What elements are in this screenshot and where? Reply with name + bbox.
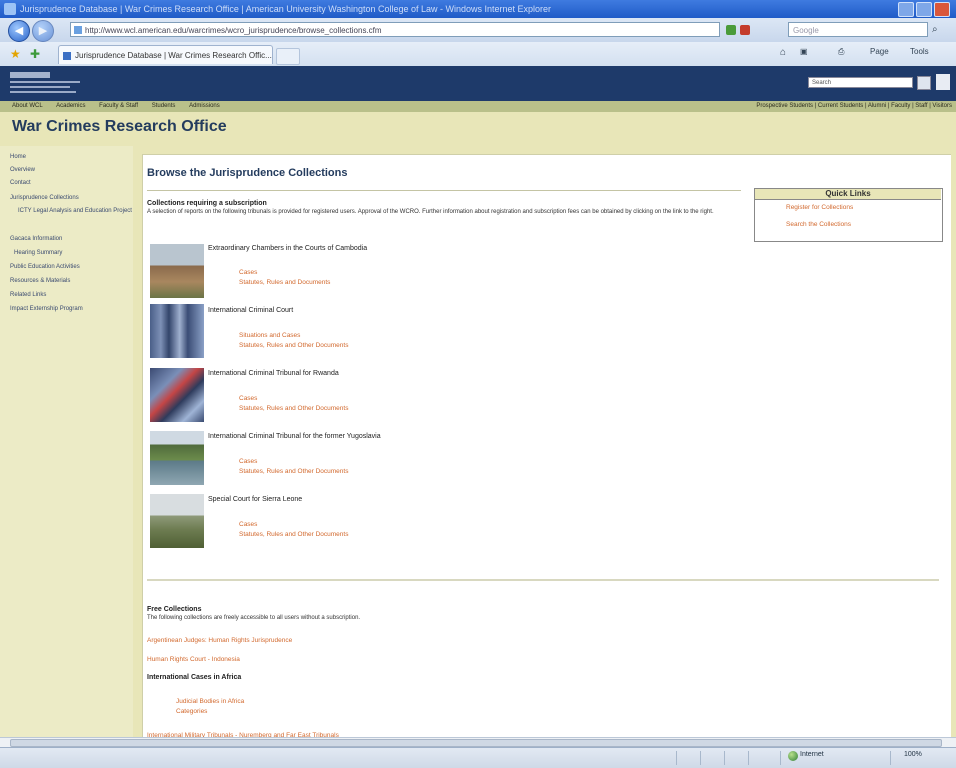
internet-zone-globe-icon [788, 751, 798, 761]
stop-icon[interactable] [740, 25, 750, 35]
refresh-icon[interactable] [726, 25, 736, 35]
home-icon[interactable]: ⌂ [780, 47, 786, 58]
collection-name-eccc[interactable]: Extraordinary Chambers in the Courts of … [208, 245, 367, 252]
eccc-statutes-link[interactable]: Statutes, Rules and Documents [239, 279, 330, 286]
leftnav-item-resources[interactable]: Resources & Materials [10, 278, 70, 284]
feeds-icon[interactable]: ▣ [800, 47, 808, 56]
security-zone[interactable]: Internet [800, 751, 824, 758]
nav-about[interactable]: About WCL [12, 103, 42, 109]
tab-row: ★ ✚ Jurisprudence Database | War Crimes … [0, 42, 956, 67]
content-panel [142, 154, 951, 748]
icty-thumbnail[interactable] [150, 431, 204, 485]
forward-button[interactable]: ▶ [32, 20, 54, 42]
print-icon[interactable]: ⎙ [838, 47, 844, 57]
section-divider [147, 579, 939, 581]
nav-faculty[interactable]: Faculty & Staff [99, 103, 138, 109]
leftnav-item-overview[interactable]: Overview [10, 167, 35, 173]
page-menu[interactable]: Page [870, 47, 889, 56]
address-bar[interactable]: http://www.wcl.american.edu/warcrimes/wc… [70, 22, 720, 37]
search-go-button[interactable] [917, 76, 931, 90]
scrollbar-thumb[interactable] [10, 739, 942, 747]
leftnav-item-contact[interactable]: Contact [10, 180, 31, 186]
icc-statutes-link[interactable]: Statutes, Rules and Other Documents [239, 342, 348, 349]
browse-heading: Browse the Jurisprudence Collections [147, 167, 348, 179]
cambodia-thumbnail[interactable] [150, 244, 204, 298]
window-title: Jurisprudence Database | War Crimes Rese… [20, 4, 552, 14]
search-icon[interactable]: ⌕ [932, 24, 938, 35]
collection-name-ictr[interactable]: International Criminal Tribunal for Rwan… [208, 370, 339, 377]
quick-links-title: Quick Links [755, 189, 941, 200]
icc-thumbnail[interactable] [150, 304, 204, 358]
leftnav-item-home[interactable]: Home [10, 154, 26, 160]
tab-title: Jurisprudence Database | War Crimes Rese… [75, 51, 272, 60]
icc-situations-link[interactable]: Situations and Cases [239, 332, 300, 339]
page-title[interactable]: War Crimes Research Office [12, 118, 227, 136]
scsl-cases-link[interactable]: Cases [239, 521, 257, 528]
browser-search-input[interactable]: Google [788, 22, 928, 37]
subscription-description: A selection of reports on the following … [147, 209, 714, 215]
africa-categories-link[interactable]: Categories [176, 708, 207, 715]
nav-audience-links[interactable]: Prospective Students | Current Students … [756, 101, 952, 112]
nav-academics[interactable]: Academics [56, 103, 85, 109]
free-collections-description: The following collections are freely acc… [147, 615, 361, 621]
subscription-heading: Collections requiring a subscription [147, 200, 267, 207]
africa-judicial-link[interactable]: Judicial Bodies in Africa [176, 698, 244, 705]
browser-tab[interactable]: Jurisprudence Database | War Crimes Rese… [58, 45, 273, 64]
search-collections-link[interactable]: Search the Collections [786, 221, 851, 228]
leftnav-item-hearing[interactable]: Hearing Summary [10, 250, 62, 256]
address-row: ◀ ▶ http://www.wcl.american.edu/warcrime… [0, 18, 956, 42]
leftnav-item-gacaca[interactable]: Gacaca Information [10, 236, 62, 242]
site-nav-bar: About WCL Academics Faculty & Staff Stud… [0, 101, 956, 112]
africa-heading: International Cases in Africa [147, 674, 242, 681]
eccc-cases-link[interactable]: Cases [239, 269, 257, 276]
icty-cases-link[interactable]: Cases [239, 458, 257, 465]
indonesia-link[interactable]: Human Rights Court - Indonesia [147, 656, 240, 663]
nav-students[interactable]: Students [152, 103, 176, 109]
collection-name-icty[interactable]: International Criminal Tribunal for the … [208, 433, 381, 440]
add-favorites-icon[interactable]: ✚ [30, 47, 40, 61]
tools-menu[interactable]: Tools [910, 47, 929, 56]
refresh-stop-buttons[interactable] [726, 23, 784, 37]
new-tab-button[interactable] [276, 48, 300, 65]
back-button[interactable]: ◀ [8, 20, 30, 42]
collection-name-icc[interactable]: International Criminal Court [208, 307, 293, 314]
university-logo[interactable] [10, 72, 80, 94]
nav-admissions[interactable]: Admissions [189, 103, 220, 109]
leftnav-item-externship[interactable]: Impact Externship Program [10, 306, 83, 312]
collection-name-scsl[interactable]: Special Court for Sierra Leone [208, 496, 302, 503]
zoom-level[interactable]: 100% [904, 751, 922, 758]
minimize-button[interactable] [898, 2, 914, 17]
leftnav-item-education[interactable]: Public Education Activities [10, 264, 80, 270]
scsl-statutes-link[interactable]: Statutes, Rules and Other Documents [239, 531, 348, 538]
page-favicon-icon [74, 26, 82, 34]
free-collections-heading: Free Collections [147, 606, 202, 613]
ictr-thumbnail[interactable] [150, 368, 204, 422]
heading-divider [147, 190, 741, 191]
tab-favicon-icon [63, 52, 71, 60]
leftnav-item-icty[interactable]: ICTY Legal Analysis and Education Projec… [10, 208, 133, 215]
site-search-input[interactable]: Search [808, 77, 913, 88]
icty-statutes-link[interactable]: Statutes, Rules and Other Documents [239, 468, 348, 475]
scsl-thumbnail[interactable] [150, 494, 204, 548]
address-url: http://www.wcl.american.edu/warcrimes/wc… [85, 26, 382, 35]
leftnav-item-collections[interactable]: Jurisprudence Collections [10, 195, 79, 201]
argentina-link[interactable]: Argentinean Judges: Human Rights Jurispr… [147, 637, 292, 644]
window-title-bar: Jurisprudence Database | War Crimes Rese… [0, 0, 956, 18]
maximize-button[interactable] [916, 2, 932, 17]
ictr-statutes-link[interactable]: Statutes, Rules and Other Documents [239, 405, 348, 412]
header-icon[interactable] [936, 74, 950, 90]
favorites-star-icon[interactable]: ★ [10, 47, 21, 61]
register-link[interactable]: Register for Collections [786, 204, 853, 211]
ictr-cases-link[interactable]: Cases [239, 395, 257, 402]
close-button[interactable] [934, 2, 950, 17]
leftnav-item-links[interactable]: Related Links [10, 292, 46, 298]
